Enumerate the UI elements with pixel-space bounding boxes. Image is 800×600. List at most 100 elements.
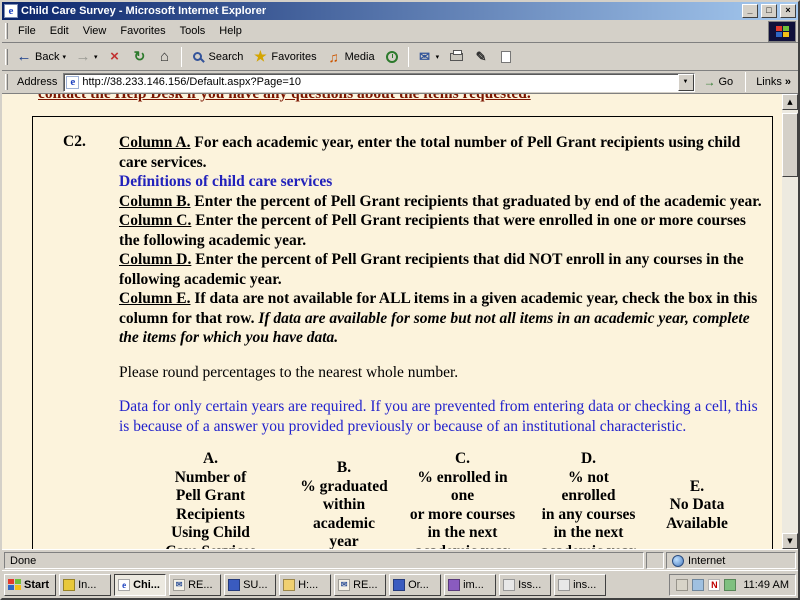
column-c-instructions: Column C. Enter the percent of Pell Gran… bbox=[119, 211, 762, 250]
toolbar-grip[interactable] bbox=[5, 23, 8, 39]
windows-flag-icon bbox=[776, 26, 789, 37]
task-icon bbox=[63, 579, 75, 591]
task-label: RE... bbox=[188, 579, 212, 591]
notes-icon[interactable]: N bbox=[708, 579, 720, 591]
titlebar[interactable]: e Child Care Survey - Microsoft Internet… bbox=[2, 2, 798, 20]
address-input[interactable] bbox=[79, 76, 677, 88]
column-header-b: B. % graduated within academic year bbox=[294, 459, 394, 549]
image-task-icon bbox=[448, 579, 460, 591]
address-bar: Address e ▼ → Go Links » bbox=[2, 71, 798, 94]
column-d-text: Enter the percent of Pell Grant recipien… bbox=[119, 251, 744, 288]
task-button-image[interactable]: im... bbox=[444, 574, 496, 596]
menu-file[interactable]: File bbox=[11, 22, 43, 40]
task-button-or-document[interactable]: Or... bbox=[389, 574, 441, 596]
forward-dropdown-icon[interactable]: ▾ bbox=[94, 53, 98, 61]
task-button-h-drive[interactable]: H:... bbox=[279, 574, 331, 596]
system-tray: N 11:49 AM bbox=[669, 574, 796, 596]
go-button[interactable]: → Go bbox=[699, 73, 739, 91]
maximize-button[interactable]: □ bbox=[761, 4, 777, 18]
links-chevron-icon[interactable]: » bbox=[785, 76, 791, 88]
edit-pencil-icon: ✎ bbox=[473, 49, 489, 65]
menu-tools[interactable]: Tools bbox=[173, 22, 213, 40]
mail-icon: ✉ bbox=[417, 49, 433, 65]
column-e-instructions: Column E. If data are not available for … bbox=[119, 289, 762, 348]
toolbar-separator bbox=[745, 72, 746, 92]
status-message-panel: Done bbox=[4, 552, 644, 569]
links-toolbar[interactable]: Links » bbox=[753, 76, 794, 88]
task-button-re-mail[interactable]: ✉ RE... bbox=[169, 574, 221, 596]
mail-dropdown-icon[interactable]: ▾ bbox=[436, 53, 440, 61]
menu-help[interactable]: Help bbox=[212, 22, 249, 40]
task-label: im... bbox=[463, 579, 484, 591]
column-c-label: Column C. bbox=[119, 212, 191, 229]
scroll-down-button[interactable]: ▼ bbox=[782, 533, 798, 549]
home-button[interactable]: ⌂ bbox=[153, 45, 177, 69]
edit-button[interactable]: ✎ bbox=[469, 45, 493, 69]
display-icon[interactable] bbox=[692, 579, 704, 591]
task-button-child-care-survey[interactable]: e Chi... bbox=[114, 574, 166, 596]
toolbar-grip[interactable] bbox=[5, 74, 8, 90]
discuss-page-icon bbox=[498, 49, 514, 65]
media-icon: ♫ bbox=[326, 49, 342, 65]
address-label: Address bbox=[15, 76, 59, 88]
column-e-label: Column E. bbox=[119, 290, 191, 307]
menu-view[interactable]: View bbox=[76, 22, 114, 40]
menubar: File Edit View Favorites Tools Help bbox=[2, 20, 798, 43]
scrollbar-thumb[interactable] bbox=[782, 113, 798, 177]
back-label: Back bbox=[35, 51, 59, 63]
task-label: Chi... bbox=[133, 579, 160, 591]
address-dropdown-icon[interactable]: ▼ bbox=[678, 74, 694, 91]
table-header-row: A. Number of Pell Grant Recipients Using… bbox=[133, 450, 772, 549]
stop-button[interactable]: × bbox=[103, 45, 127, 69]
column-a-instructions: Column A. For each academic year, enter … bbox=[119, 133, 762, 172]
task-button-ins[interactable]: ins... bbox=[554, 574, 606, 596]
taskbar: Start In... e Chi... ✉ RE... SU... H:...… bbox=[2, 570, 798, 598]
discuss-button[interactable] bbox=[494, 45, 518, 69]
start-windows-flag-icon bbox=[8, 579, 21, 590]
task-button-iss[interactable]: Iss... bbox=[499, 574, 551, 596]
question-body: Column A. For each academic year, enter … bbox=[119, 133, 762, 436]
forward-button[interactable]: → ▾ bbox=[71, 45, 102, 69]
ie-throbber-icon bbox=[768, 21, 796, 42]
task-label: ins... bbox=[573, 579, 596, 591]
start-button[interactable]: Start bbox=[4, 574, 56, 596]
media-button[interactable]: ♫ Media bbox=[322, 45, 379, 69]
task-button-inbox[interactable]: In... bbox=[59, 574, 111, 596]
mail-button[interactable]: ✉ ▾ bbox=[413, 45, 444, 69]
back-dropdown-icon[interactable]: ▾ bbox=[62, 53, 66, 61]
back-button[interactable]: ← Back ▾ bbox=[12, 45, 70, 69]
vertical-scrollbar[interactable]: ▲ ▼ bbox=[782, 94, 798, 549]
favorites-label: Favorites bbox=[271, 51, 316, 63]
ie-app-icon[interactable]: e bbox=[4, 4, 18, 18]
definitions-link[interactable]: Definitions of child care services bbox=[119, 172, 762, 192]
print-icon bbox=[448, 49, 464, 65]
status-spacer-panel bbox=[646, 552, 664, 569]
survey-question-box: C2. Column A. For each academic year, en… bbox=[32, 116, 773, 549]
refresh-button[interactable]: ↻ bbox=[128, 45, 152, 69]
task-button-su-document[interactable]: SU... bbox=[224, 574, 276, 596]
menu-edit[interactable]: Edit bbox=[43, 22, 76, 40]
stop-icon: × bbox=[107, 49, 123, 65]
task-button-re-mail-2[interactable]: ✉ RE... bbox=[334, 574, 386, 596]
column-b-text: Enter the percent of Pell Grant recipien… bbox=[191, 193, 762, 210]
scroll-up-button[interactable]: ▲ bbox=[782, 94, 798, 110]
network-icon[interactable] bbox=[724, 579, 736, 591]
menu-favorites[interactable]: Favorites bbox=[113, 22, 172, 40]
search-button[interactable]: Search bbox=[186, 45, 248, 69]
column-a-text: For each academic year, enter the total … bbox=[119, 134, 740, 171]
volume-icon[interactable] bbox=[676, 579, 688, 591]
print-button[interactable] bbox=[444, 45, 468, 69]
document-task-icon bbox=[393, 579, 405, 591]
history-button[interactable] bbox=[380, 45, 404, 69]
folder-task-icon bbox=[283, 579, 295, 591]
clock[interactable]: 11:49 AM bbox=[740, 579, 789, 591]
required-years-note: Data for only certain years are required… bbox=[119, 397, 762, 436]
toolbar-grip[interactable] bbox=[5, 49, 8, 65]
minimize-button[interactable]: _ bbox=[742, 4, 758, 18]
column-b-label: Column B. bbox=[119, 193, 191, 210]
favorites-button[interactable]: ★ Favorites bbox=[248, 45, 320, 69]
home-icon: ⌂ bbox=[157, 49, 173, 65]
refresh-icon: ↻ bbox=[132, 49, 148, 65]
mail-task-icon: ✉ bbox=[173, 579, 185, 591]
close-button[interactable]: × bbox=[780, 4, 796, 18]
